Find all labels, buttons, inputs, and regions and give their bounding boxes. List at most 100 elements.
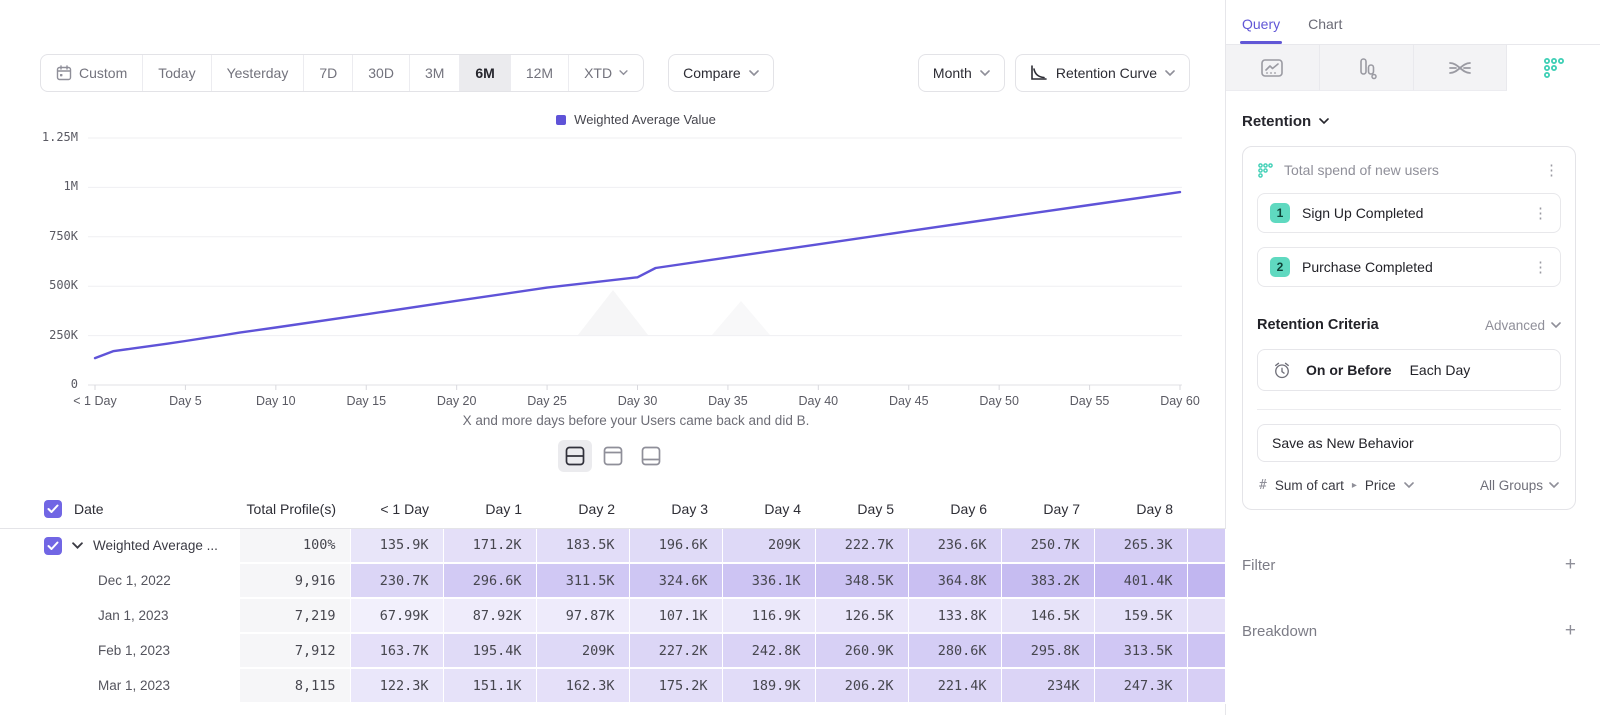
row-date-cell: Jan 1, 2023 (64, 598, 240, 633)
retention-value-cell: 146.5K (1001, 598, 1094, 633)
kebab-menu-icon[interactable]: ⋮ (1542, 161, 1561, 179)
retention-dots-icon (1257, 162, 1274, 179)
retention-value-cell: 265.3K (1094, 528, 1187, 563)
retention-value-cell-partial (1187, 668, 1225, 703)
date-range-label: 12M (526, 65, 553, 81)
date-range-12m[interactable]: 12M (511, 55, 569, 91)
column-header: Day 6 (908, 490, 1001, 528)
row-checkbox[interactable] (44, 537, 62, 555)
retention-value-cell: 189.9K (722, 668, 815, 703)
compare-button[interactable]: Compare (668, 54, 774, 92)
breakdown-label: Breakdown (1242, 623, 1565, 640)
column-header: Day 1 (443, 490, 536, 528)
row-date: Mar 1, 2023 (64, 678, 240, 693)
date-range-30d[interactable]: 30D (353, 55, 410, 91)
groups-dropdown[interactable]: All Groups (1480, 478, 1559, 493)
save-as-new-behavior-button[interactable]: Save as New Behavior (1257, 424, 1561, 462)
measurement-property-dropdown[interactable]: # Sum of cart ▸ Price (1259, 478, 1414, 493)
table-row: Jan 1, 20237,21967.99K87.92K97.87K107.1K… (0, 598, 1225, 633)
x-axis-tick-label: Day 50 (979, 394, 1019, 408)
chart-view-toggle[interactable] (596, 440, 630, 472)
line-chart-canvas[interactable] (0, 104, 1225, 436)
step-number-badge: 2 (1270, 257, 1290, 277)
legend-item-weighted-average[interactable]: Weighted Average Value (556, 112, 716, 127)
x-axis-tick-label: Day 55 (1070, 394, 1110, 408)
row-date: Jan 1, 2023 (64, 608, 240, 623)
retention-value-cell: 230.7K (350, 563, 443, 598)
retention-value-cell: 221.4K (908, 668, 1001, 703)
retention-value-cell: 383.2K (1001, 563, 1094, 598)
select-all-checkbox[interactable] (44, 500, 62, 518)
retention-icon[interactable] (1507, 45, 1600, 91)
date-range-label: Today (158, 65, 195, 81)
retention-curve-icon (1030, 65, 1048, 81)
add-filter-icon[interactable]: + (1565, 554, 1576, 576)
timing-selector[interactable]: On or Before Each Day (1257, 349, 1561, 391)
retention-value-cell: 97.87K (536, 598, 629, 633)
chevron-down-icon (619, 70, 628, 76)
date-range-label: 3M (425, 65, 444, 81)
insights-icon[interactable] (1226, 45, 1320, 91)
chart-type-dropdown[interactable]: Retention Curve (1015, 54, 1190, 92)
table-row: Weighted Average ...100%135.9K171.2K183.… (0, 528, 1225, 563)
retention-value-cell: 209K (536, 633, 629, 668)
retention-value-cell: 195.4K (443, 633, 536, 668)
tab-query[interactable]: Query (1242, 16, 1280, 44)
retention-value-cell: 183.5K (536, 528, 629, 563)
panel-layout-toggles (0, 440, 1225, 472)
retention-value-cell: 401.4K (1094, 563, 1187, 598)
total-profiles-cell: 7,912 (240, 633, 350, 668)
date-range-xtd[interactable]: XTD (569, 55, 643, 91)
add-breakdown-icon[interactable]: + (1565, 620, 1576, 642)
date-range-custom[interactable]: Custom (41, 55, 143, 91)
retention-value-cell: 348.5K (815, 563, 908, 598)
retention-value-cell: 234K (1001, 668, 1094, 703)
date-range-7d[interactable]: 7D (304, 55, 353, 91)
funnels-icon[interactable] (1320, 45, 1414, 91)
kebab-menu-icon[interactable]: ⋮ (1531, 204, 1550, 222)
retention-value-cell: 311.5K (536, 563, 629, 598)
breakdown-section[interactable]: Breakdown + (1242, 620, 1576, 642)
date-range-6m[interactable]: 6M (460, 55, 510, 91)
flows-icon[interactable] (1414, 45, 1508, 91)
criteria-mode-dropdown[interactable]: Advanced (1485, 318, 1561, 333)
measurement-property: Sum of cart (1275, 478, 1344, 493)
column-header: Date (64, 490, 240, 528)
retention-value-cell: 122.3K (350, 668, 443, 703)
date-range-today[interactable]: Today (143, 55, 211, 91)
date-range-3m[interactable]: 3M (410, 55, 460, 91)
retention-value-cell: 295.8K (1001, 633, 1094, 668)
date-range-yesterday[interactable]: Yesterday (212, 55, 305, 91)
query-sidebar: Query Chart Retention (1225, 0, 1600, 715)
retention-value-cell: 163.7K (350, 633, 443, 668)
retention-value-cell: 67.99K (350, 598, 443, 633)
tab-chart[interactable]: Chart (1308, 16, 1342, 44)
kebab-menu-icon[interactable]: ⋮ (1531, 258, 1550, 276)
toolbar: Custom Today Yesterday7D30D 3M 6M 12M XTD Comp… (40, 54, 1190, 92)
header-checkbox-cell (0, 490, 64, 528)
retention-value-cell: 196.6K (629, 528, 722, 563)
report-section-dropdown[interactable]: Retention (1242, 113, 1576, 130)
behavior-header: Total spend of new users ⋮ (1257, 161, 1561, 179)
row-label-cell[interactable]: Weighted Average ... (64, 528, 240, 563)
row-label: Weighted Average ... (93, 538, 218, 553)
row-date: Feb 1, 2023 (64, 643, 240, 658)
retention-criteria-row: Retention Criteria Advanced (1257, 317, 1561, 333)
total-profiles-cell: 9,916 (240, 563, 350, 598)
app-window: Custom Today Yesterday7D30D 3M 6M 12M XTD Comp… (0, 0, 1600, 715)
retention-value-cell: 133.8K (908, 598, 1001, 633)
table-view-toggle[interactable] (634, 440, 668, 472)
row-date-cell: Feb 1, 2023 (64, 633, 240, 668)
filter-section[interactable]: Filter + (1242, 554, 1576, 576)
behavior-step-2[interactable]: 2 Purchase Completed ⋮ (1257, 247, 1561, 287)
granularity-dropdown[interactable]: Month (918, 54, 1005, 92)
retention-value-cell: 162.3K (536, 668, 629, 703)
retention-value-cell: 227.2K (629, 633, 722, 668)
chevron-down-icon[interactable] (72, 542, 83, 550)
split-view-toggle[interactable] (558, 440, 592, 472)
behavior-step-1[interactable]: 1 Sign Up Completed ⋮ (1257, 193, 1561, 233)
row-checkbox-cell (0, 563, 64, 598)
total-profiles-cell: 7,219 (240, 598, 350, 633)
row-checkbox-cell (0, 528, 64, 563)
x-axis-tick-label: Day 5 (169, 394, 202, 408)
